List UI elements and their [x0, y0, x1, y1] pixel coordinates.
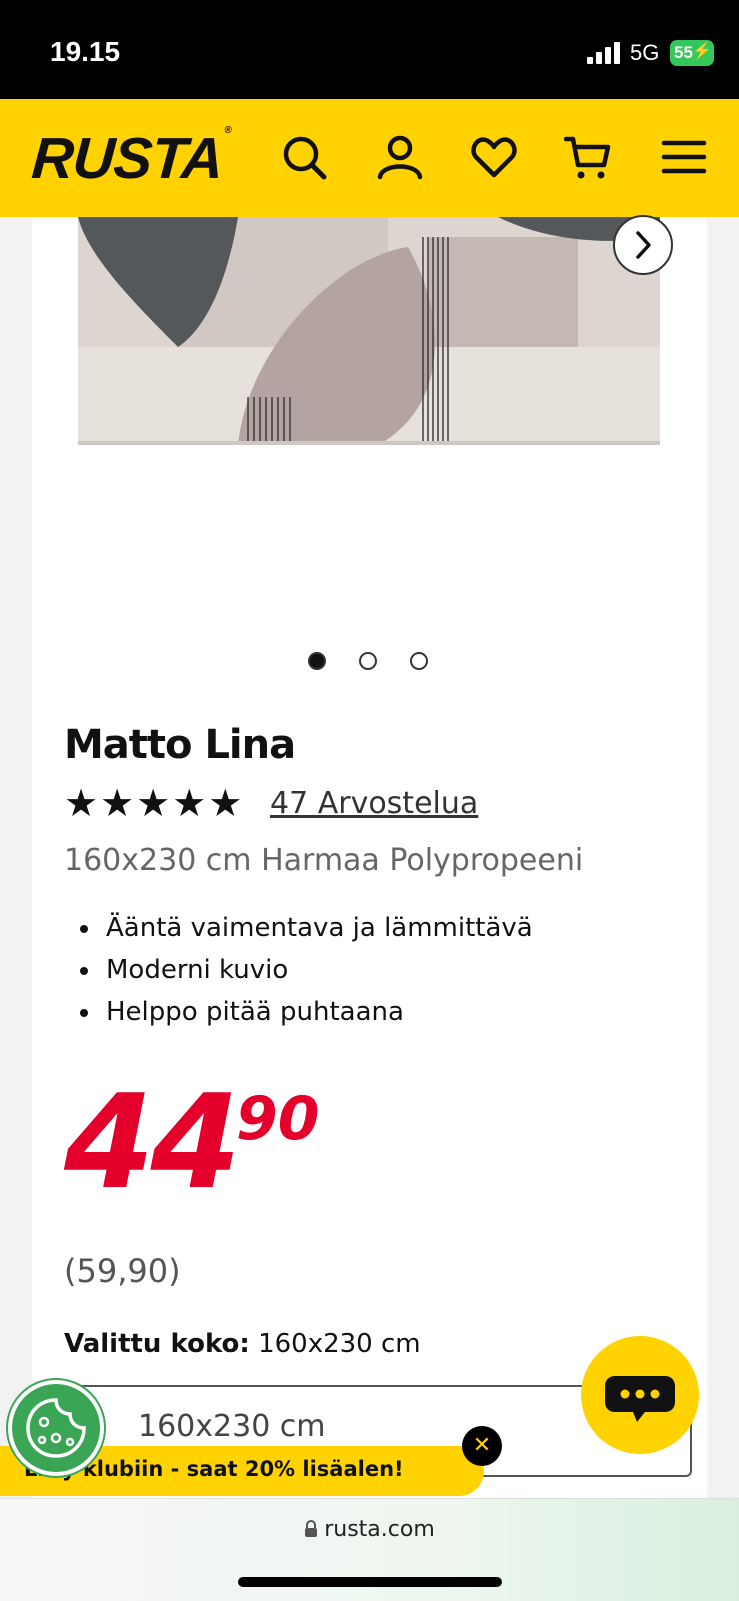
rug-image: [78, 217, 660, 445]
signal-icon: [587, 42, 620, 64]
pagination-dot[interactable]: [410, 652, 428, 670]
network-label: 5G: [630, 40, 660, 65]
reviews-link[interactable]: 47 Arvostelua: [270, 783, 478, 825]
close-icon[interactable]: ✕: [462, 1426, 502, 1466]
battery-icon: 55 ⚡: [670, 40, 714, 66]
menu-icon[interactable]: [660, 133, 708, 181]
pagination-dot[interactable]: [359, 652, 377, 670]
logo-text: RUSTA: [29, 126, 225, 191]
chat-icon: [605, 1376, 675, 1422]
size-value: 160x230 cm: [258, 1329, 421, 1359]
lock-icon: [305, 1519, 318, 1537]
product-subtitle: 160x230 cm Harmaa Polypropeeni: [64, 843, 584, 878]
heart-icon[interactable]: [470, 133, 518, 181]
registered-mark: ®: [224, 125, 232, 136]
url-text: rusta.com: [324, 1517, 435, 1542]
gallery-pagination: [308, 652, 448, 674]
cookie-settings-button[interactable]: [8, 1380, 104, 1476]
product-title: Matto Lina: [64, 722, 296, 768]
account-icon[interactable]: [376, 133, 424, 181]
chevron-right-icon: [636, 231, 651, 259]
battery-level: 55: [674, 43, 693, 62]
site-header: RUSTA®: [0, 99, 739, 217]
feature-item: Helppo pitää puhtaana: [102, 991, 533, 1033]
feature-list: Ääntä vaimentava ja lämmittävä Moderni k…: [64, 907, 533, 1033]
pagination-dot-active[interactable]: [308, 652, 326, 670]
home-indicator[interactable]: [238, 1577, 502, 1587]
next-image-button[interactable]: [613, 215, 673, 275]
cookie-icon: [26, 1398, 86, 1458]
charging-icon: ⚡: [692, 43, 712, 60]
size-label: Valittu koko:: [64, 1329, 250, 1359]
price-decimals: 90: [236, 1084, 320, 1154]
chat-button[interactable]: [581, 1336, 699, 1454]
rusta-logo[interactable]: RUSTA®: [29, 125, 232, 192]
status-time: 19.15: [50, 36, 121, 67]
size-select-value: 160x230 cm: [138, 1409, 326, 1444]
cart-icon[interactable]: [564, 133, 612, 181]
product-card: Matto Lina ★★★★★ 47 Arvostelua 160x230 c…: [32, 215, 707, 1500]
product-image[interactable]: [78, 217, 660, 445]
price-integer: 44: [64, 1066, 241, 1218]
selected-size: Valittu koko: 160x230 cm: [64, 1329, 421, 1359]
url-display: rusta.com: [0, 1517, 739, 1542]
rating-stars: ★★★★★: [64, 781, 245, 825]
browser-address-bar[interactable]: rusta.com: [0, 1498, 739, 1601]
status-bar: 19.15 5G 55 ⚡: [0, 0, 739, 99]
feature-item: Ääntä vaimentava ja lämmittävä: [102, 907, 533, 949]
old-price: (59,90): [64, 1252, 181, 1290]
feature-item: Moderni kuvio: [102, 949, 533, 991]
search-icon[interactable]: [280, 133, 328, 181]
